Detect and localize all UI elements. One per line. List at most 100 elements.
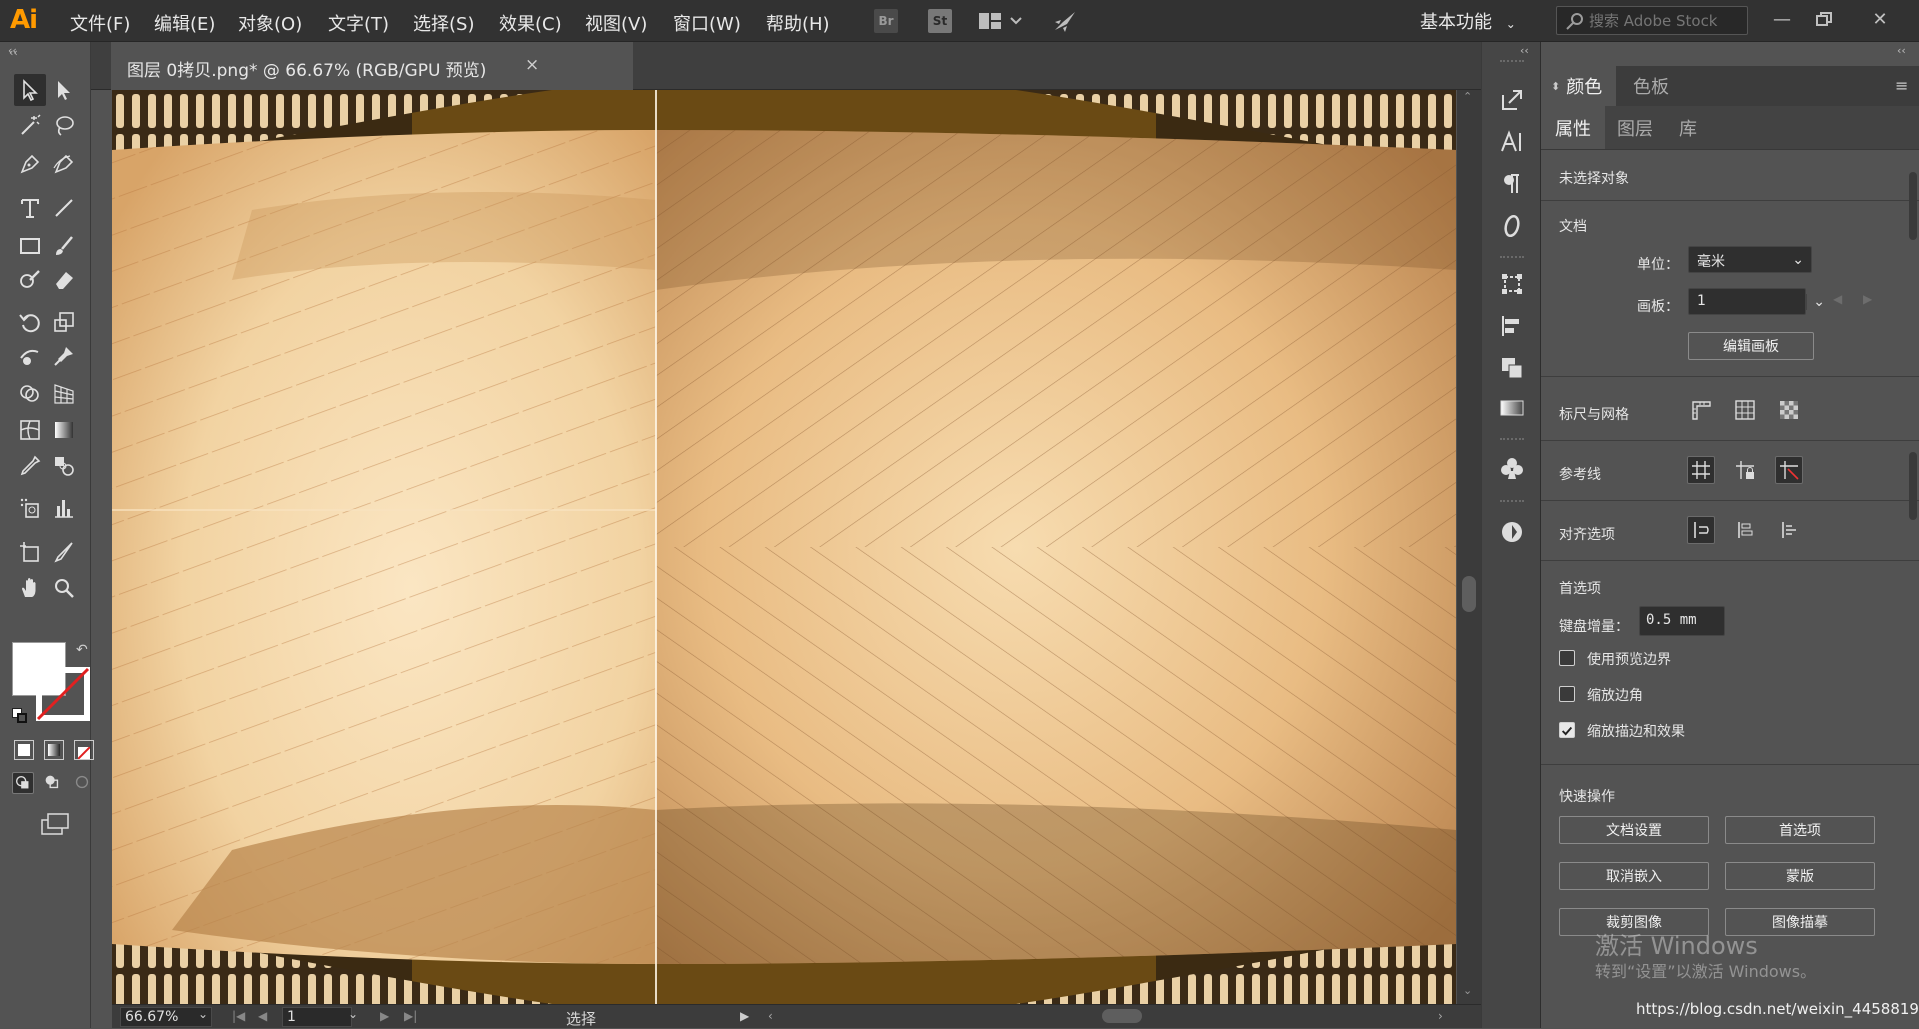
screen-mode-button[interactable] [38, 812, 72, 836]
hand-tool[interactable] [14, 572, 46, 604]
artboard-number-field[interactable] [282, 1007, 352, 1027]
panel-scrollbar[interactable] [1909, 172, 1917, 240]
snap-to-point-button[interactable] [1687, 516, 1715, 544]
prev-artboard-icon[interactable]: ◀ [258, 1009, 267, 1023]
unit-select[interactable]: 毫米 ⌄ [1688, 246, 1812, 273]
minimize-button[interactable]: — [1766, 6, 1798, 32]
dock-grip-3[interactable] [1500, 438, 1524, 442]
type-tool[interactable] [14, 192, 46, 224]
vertical-scrollbar[interactable]: ⌃ ⌄ [1457, 90, 1481, 1004]
none-mode-button[interactable] [74, 740, 94, 760]
transparency-grid-button[interactable] [1775, 396, 1803, 424]
rectangle-tool[interactable] [14, 230, 46, 262]
tab-swatches[interactable]: 色板 [1619, 66, 1683, 106]
line-tool[interactable] [48, 192, 80, 224]
color-mode-button[interactable] [14, 740, 34, 760]
warp-tool[interactable] [14, 340, 46, 372]
scroll-up-icon[interactable]: ⌃ [1463, 90, 1472, 103]
eyedropper-tool[interactable] [14, 450, 46, 482]
preferences-button[interactable]: 首选项 [1725, 816, 1875, 844]
zoom-tool[interactable] [48, 572, 80, 604]
rotate-tool[interactable] [14, 306, 46, 338]
menu-help[interactable]: 帮助(H) [766, 10, 830, 36]
artboard-canvas[interactable] [112, 90, 1456, 1004]
opentype-panel-button[interactable] [1496, 210, 1528, 242]
menu-view[interactable]: 视图(V) [585, 10, 647, 36]
snap-to-pixel-button[interactable] [1731, 516, 1759, 544]
horizontal-scroll-thumb[interactable] [1102, 1009, 1142, 1023]
direct-selection-tool[interactable] [48, 74, 80, 106]
use-preview-bounds-checkbox[interactable] [1559, 650, 1575, 666]
appearance-panel-button[interactable] [1496, 516, 1528, 548]
scale-strokes-effects-checkbox[interactable] [1559, 722, 1575, 738]
document-setup-button[interactable]: 文档设置 [1559, 816, 1709, 844]
tab-libraries[interactable]: 库 [1665, 106, 1711, 149]
magic-wand-tool[interactable] [14, 110, 46, 142]
paintbrush-tool[interactable] [48, 230, 80, 262]
restore-button[interactable] [1808, 6, 1840, 32]
search-input[interactable] [1589, 10, 1739, 31]
align-panel-button[interactable] [1496, 310, 1528, 342]
pen-tool[interactable] [14, 148, 46, 180]
lock-guides-button[interactable] [1731, 456, 1759, 484]
tab-layers[interactable]: 图层 [1603, 106, 1667, 149]
stroke-swatch[interactable] [36, 667, 90, 721]
export-panel-button[interactable] [1496, 84, 1528, 116]
slice-tool[interactable] [48, 536, 80, 568]
gradient-tool[interactable] [48, 414, 80, 446]
close-window-button[interactable]: ✕ [1864, 6, 1896, 32]
character-panel-button[interactable] [1496, 126, 1528, 158]
menu-object[interactable]: 对象(O) [238, 10, 302, 36]
paragraph-panel-button[interactable] [1496, 168, 1528, 200]
tab-color[interactable]: ⬍ 颜色 [1541, 66, 1617, 106]
edit-artboard-button[interactable]: 编辑画板 [1688, 332, 1814, 360]
snap-to-glyph-button[interactable] [1775, 516, 1803, 544]
gradient-panel-button[interactable] [1496, 392, 1528, 424]
draw-inside-button[interactable] [72, 772, 94, 794]
draw-behind-button[interactable] [42, 772, 64, 794]
scroll-down-icon[interactable]: ⌄ [1463, 984, 1472, 997]
dock-grip[interactable] [1500, 60, 1524, 64]
collapse-panel-icon[interactable]: ‹‹ [1897, 44, 1906, 57]
default-fill-stroke-icon[interactable] [12, 708, 28, 724]
symbol-sprayer-tool[interactable] [14, 492, 46, 524]
symbols-panel-button[interactable] [1496, 452, 1528, 484]
feedback-button[interactable] [1050, 9, 1080, 33]
first-artboard-icon[interactable]: |◀ [232, 1009, 245, 1023]
menu-window[interactable]: 窗口(W) [673, 10, 741, 36]
blend-tool[interactable] [48, 450, 80, 482]
draw-normal-button[interactable] [12, 772, 34, 794]
pathfinder-panel-button[interactable] [1496, 352, 1528, 384]
scroll-left-icon[interactable]: ‹ [768, 1009, 773, 1023]
puppet-warp-tool[interactable] [48, 340, 80, 372]
shaper-tool[interactable] [14, 264, 46, 296]
show-grid-button[interactable] [1731, 396, 1759, 424]
close-tab-icon[interactable]: × [525, 55, 539, 75]
scroll-right-icon[interactable]: › [1438, 1009, 1443, 1023]
tab-properties[interactable]: 属性 [1541, 106, 1605, 149]
dock-grip-2[interactable] [1500, 256, 1524, 260]
menu-edit[interactable]: 编辑(E) [154, 10, 215, 36]
column-graph-tool[interactable] [48, 492, 80, 524]
collapse-left-icon[interactable]: ‹‹ [9, 46, 18, 59]
gradient-mode-button[interactable] [44, 740, 64, 760]
collapse-dock-icon[interactable]: ‹‹ [1520, 44, 1529, 57]
mask-button[interactable]: 蒙版 [1725, 862, 1875, 890]
document-tab[interactable]: 图层 0拷贝.png* @ 66.67% (RGB/GPU 预览) × [111, 42, 633, 90]
menu-file[interactable]: 文件(F) [70, 10, 130, 36]
dock-grip-4[interactable] [1500, 500, 1524, 504]
menu-select[interactable]: 选择(S) [413, 10, 474, 36]
artboard-dropdown-icon[interactable]: ⌄ [348, 1007, 358, 1021]
next-artboard-panel-icon[interactable]: ▶ [1863, 292, 1872, 306]
smart-guides-button[interactable] [1775, 456, 1803, 484]
prev-artboard-panel-icon[interactable]: ◀ [1833, 292, 1842, 306]
transform-panel-button[interactable] [1496, 268, 1528, 300]
bridge-button[interactable]: Br [874, 9, 898, 33]
menu-type[interactable]: 文字(T) [328, 10, 389, 36]
eraser-tool[interactable] [48, 264, 80, 296]
vertical-scroll-thumb[interactable] [1462, 576, 1476, 612]
scale-corners-checkbox[interactable] [1559, 686, 1575, 702]
lasso-tool[interactable] [48, 110, 80, 142]
arrange-documents-button[interactable] [975, 9, 1027, 33]
mesh-tool[interactable] [14, 414, 46, 446]
